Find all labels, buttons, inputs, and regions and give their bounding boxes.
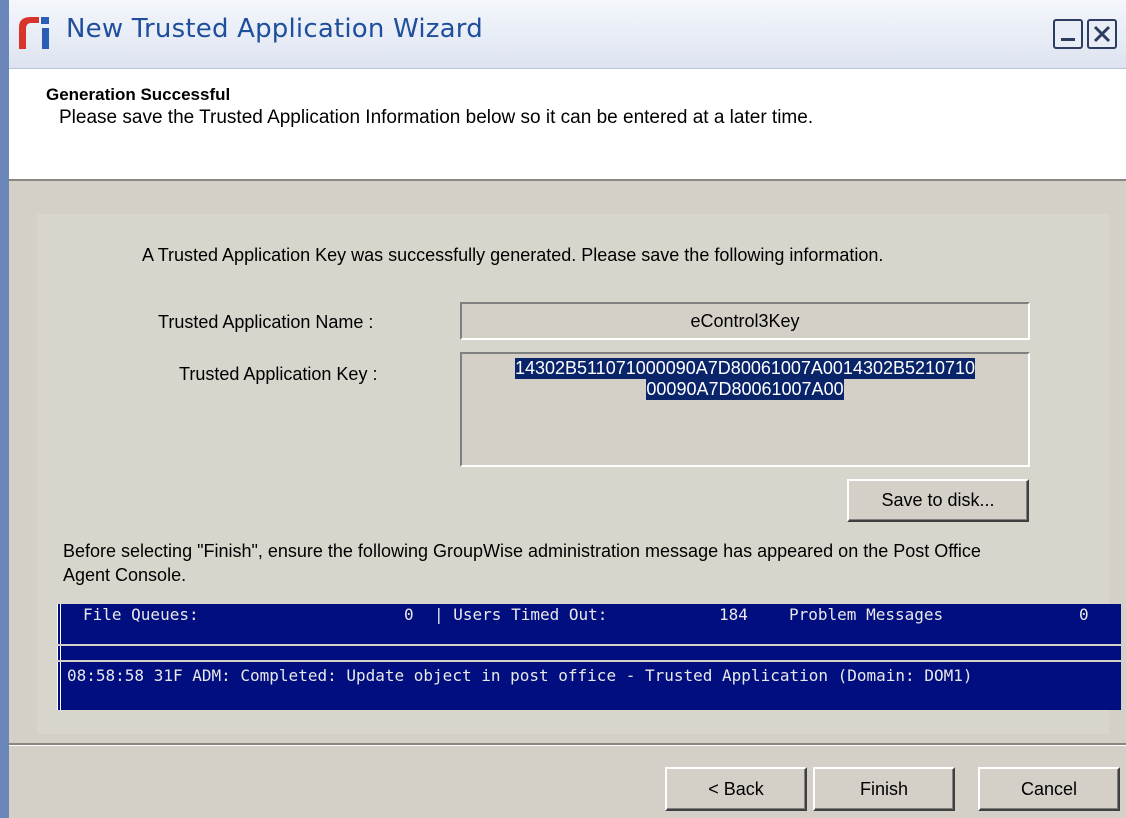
save-to-disk-button[interactable]: Save to disk... [847, 479, 1029, 522]
app-key-line-2: 00090A7D80061007A00 [646, 379, 844, 400]
app-key-field[interactable]: 14302B511071000090A7D80061007A0014302B52… [460, 352, 1030, 467]
cancel-button[interactable]: Cancel [978, 767, 1120, 811]
footer-separator [9, 743, 1126, 746]
poa-console: File Queues: 0 | Users Timed Out: 184 Pr… [57, 604, 1125, 710]
app-name-label: Trusted Application Name : [158, 312, 374, 332]
wizard-window: New Trusted Application Wizard Generatio… [0, 0, 1126, 818]
users-timed-out-value: 184 [719, 605, 748, 624]
header-description: Please save the Trusted Application Info… [59, 107, 814, 128]
problem-messages-value: 0 [1079, 605, 1089, 624]
problem-messages-label: Problem Messages [789, 605, 944, 624]
app-name-field: eControl3Key [460, 302, 1030, 340]
header-title: Generation Successful [46, 85, 231, 104]
console-divider [57, 646, 1121, 660]
console-stats-bar: File Queues: 0 | Users Timed Out: 184 Pr… [57, 604, 1121, 644]
console-log: 08:58:58 31F ADM: Completed: Update obje… [57, 662, 1121, 710]
file-queues-value: 0 [404, 605, 414, 624]
finish-button[interactable]: Finish [813, 767, 955, 811]
intro-text: A Trusted Application Key was successful… [142, 245, 884, 265]
back-button[interactable]: < Back [665, 767, 807, 811]
close-icon[interactable] [1087, 19, 1117, 49]
window-title: New Trusted Application Wizard [66, 14, 483, 44]
console-log-message: 08:58:58 31F ADM: Completed: Update obje… [67, 666, 973, 685]
minimize-icon[interactable] [1053, 19, 1083, 49]
novell-logo-icon [19, 17, 49, 49]
file-queues-label: File Queues: [83, 605, 199, 624]
wizard-content: A Trusted Application Key was successful… [37, 214, 1125, 734]
title-bar[interactable]: New Trusted Application Wizard [9, 0, 1126, 69]
wizard-header: Generation Successful Please save the Tr… [9, 69, 1126, 181]
app-key-label: Trusted Application Key : [179, 364, 378, 384]
app-key-line-1: 14302B511071000090A7D80061007A0014302B52… [514, 358, 976, 379]
users-timed-out-label: | Users Timed Out: [434, 605, 608, 624]
finish-note: Before selecting "Finish", ensure the fo… [63, 541, 981, 585]
